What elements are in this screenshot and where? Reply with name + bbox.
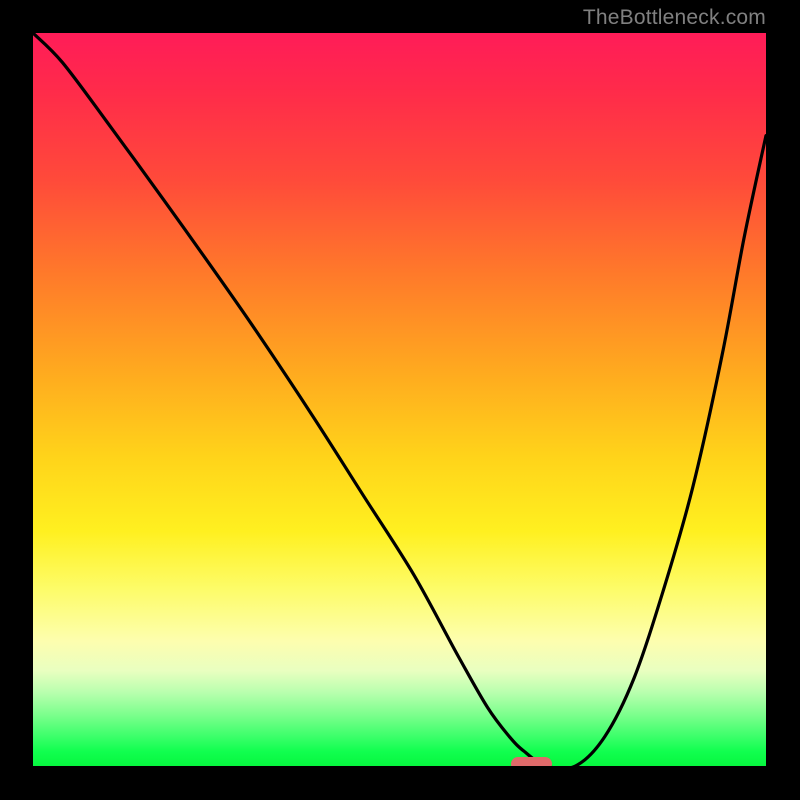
chart-canvas: TheBottleneck.com: [0, 0, 800, 800]
gradient-background: [33, 33, 766, 766]
watermark-text: TheBottleneck.com: [583, 6, 766, 30]
minimum-marker: [511, 757, 551, 766]
plot-area: [33, 33, 766, 766]
